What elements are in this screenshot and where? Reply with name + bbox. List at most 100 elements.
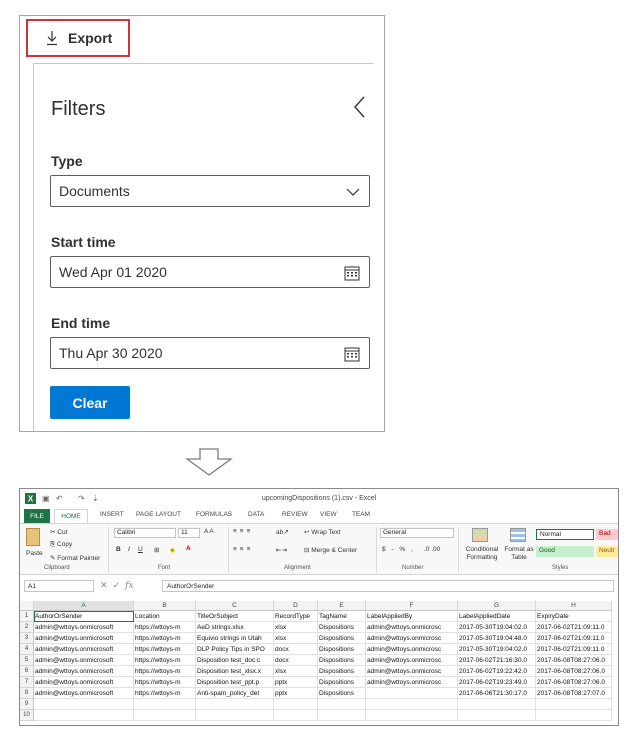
table-cell[interactable]: xlsx — [274, 622, 318, 633]
horizontal-align-icons[interactable]: ≡≡≡ — [233, 546, 253, 553]
table-cell[interactable]: 2017-05-30T19:04:02.0 — [458, 644, 536, 655]
paste-label[interactable]: Paste — [26, 550, 43, 557]
row-header[interactable]: 10 — [20, 710, 34, 721]
table-cell[interactable] — [318, 699, 366, 710]
table-cell[interactable] — [366, 699, 458, 710]
wrap-text-button[interactable]: ↩ Wrap Text — [304, 528, 340, 536]
tab-view[interactable]: VIEW — [320, 511, 337, 518]
formula-input[interactable]: AuthorOrSender — [162, 580, 614, 592]
row-header[interactable]: 2 — [20, 622, 34, 633]
underline-button[interactable]: U — [138, 546, 143, 553]
table-cell[interactable]: 2017-06-08T08:27:07.0 — [536, 688, 612, 699]
tab-home[interactable]: HOME — [54, 509, 88, 523]
table-cell[interactable] — [536, 710, 612, 721]
column-header-g[interactable]: G — [458, 601, 536, 611]
table-cell[interactable]: LabelAppliedDate — [458, 611, 536, 622]
table-cell[interactable] — [134, 699, 196, 710]
export-button[interactable]: Export — [26, 19, 130, 57]
calendar-icon[interactable] — [344, 346, 360, 362]
table-cell[interactable]: LabelAppliedBy — [366, 611, 458, 622]
table-cell[interactable]: docx — [274, 655, 318, 666]
start-time-field[interactable]: Wed Apr 01 2020 — [50, 256, 370, 288]
column-header-f[interactable]: F — [366, 601, 458, 611]
table-cell[interactable]: 2017-06-08T08:27:06.0 — [536, 677, 612, 688]
table-cell[interactable]: admin@wttoys.onmicrosc — [366, 666, 458, 677]
table-cell[interactable]: ExpiryDate — [536, 611, 612, 622]
table-cell[interactable]: https://wttoys-m — [134, 622, 196, 633]
table-cell[interactable]: pptx — [274, 688, 318, 699]
table-cell[interactable]: Disposition test_xlsx.x — [196, 666, 274, 677]
table-cell[interactable]: admin@wttoys.onmicrosoft — [34, 688, 134, 699]
table-cell[interactable] — [34, 699, 134, 710]
column-header-a[interactable]: A — [34, 601, 134, 611]
table-cell[interactable]: 2017-06-08T08:27:06.0 — [536, 655, 612, 666]
select-all-corner[interactable] — [20, 601, 34, 611]
format-as-table-button[interactable]: Format as Table — [504, 546, 534, 562]
table-cell[interactable] — [274, 699, 318, 710]
merge-center-button[interactable]: ⊟ Merge & Center — [304, 546, 357, 554]
table-cell[interactable]: Equivio strings in Utah — [196, 633, 274, 644]
orientation-icon[interactable]: ab↗ — [276, 528, 289, 536]
style-bad[interactable]: Bad — [596, 529, 618, 540]
table-cell[interactable]: 2017-06-02T21:09:11.0 — [536, 644, 612, 655]
indent-icons[interactable]: ⇤⇥ — [276, 546, 287, 554]
row-header[interactable]: 6 — [20, 666, 34, 677]
table-cell[interactable]: 2017-06-02T21:09:11.0 — [536, 633, 612, 644]
table-cell[interactable]: Disposition test_doc.c — [196, 655, 274, 666]
table-cell[interactable]: admin@wttoys.onmicrosoft — [34, 622, 134, 633]
fill-color-icon[interactable]: ◆ — [170, 546, 175, 554]
table-cell[interactable]: admin@wttoys.onmicrosoft — [34, 633, 134, 644]
table-cell[interactable]: 2017-05-30T19:04:48.0 — [458, 633, 536, 644]
table-cell[interactable]: admin@wttoys.onmicrosc — [366, 622, 458, 633]
table-cell[interactable] — [196, 699, 274, 710]
chevron-left-icon[interactable] — [353, 95, 367, 119]
conditional-formatting-button[interactable]: Conditional Formatting — [462, 546, 502, 562]
tab-formulas[interactable]: FORMULAS — [196, 511, 232, 518]
table-cell[interactable]: xlsx — [274, 633, 318, 644]
row-header[interactable]: 8 — [20, 688, 34, 699]
table-cell[interactable] — [366, 710, 458, 721]
table-cell[interactable]: DLP Policy Tips in SPO — [196, 644, 274, 655]
table-cell[interactable]: 2017-05-30T19:04:02.0 — [458, 622, 536, 633]
format-painter-button[interactable]: ✎ Format Painter — [50, 554, 100, 562]
row-header[interactable]: 5 — [20, 655, 34, 666]
column-header-e[interactable]: E — [318, 601, 366, 611]
table-cell[interactable]: Dispositions — [318, 655, 366, 666]
table-cell[interactable]: TagName — [318, 611, 366, 622]
type-dropdown[interactable]: Documents — [50, 175, 370, 207]
italic-button[interactable]: I — [128, 546, 130, 553]
table-cell[interactable]: admin@wttoys.onmicrosc — [366, 644, 458, 655]
cancel-icon[interactable]: ✕ — [100, 580, 108, 590]
number-format-select[interactable]: General — [380, 528, 454, 538]
name-box[interactable]: A1 — [24, 580, 94, 592]
tab-data[interactable]: DATA — [248, 511, 264, 518]
table-cell[interactable]: Dispositions — [318, 666, 366, 677]
table-cell[interactable]: AuthorOrSender — [34, 611, 134, 622]
tab-insert[interactable]: INSERT — [100, 511, 124, 518]
table-cell[interactable]: Location — [134, 611, 196, 622]
paste-icon[interactable] — [26, 528, 40, 546]
table-cell[interactable]: Dispositions — [318, 633, 366, 644]
table-cell[interactable] — [318, 710, 366, 721]
table-cell[interactable]: Dispositions — [318, 644, 366, 655]
table-cell[interactable]: Dispositions — [318, 622, 366, 633]
style-neutral[interactable]: Neutr — [596, 546, 618, 557]
font-grow-shrink-icon[interactable]: A A — [204, 528, 214, 535]
table-cell[interactable]: TitleOrSubject — [196, 611, 274, 622]
enter-icon[interactable]: ✓ — [113, 580, 121, 590]
column-header-d[interactable]: D — [274, 601, 318, 611]
row-header[interactable]: 7 — [20, 677, 34, 688]
table-cell[interactable]: Dispositions — [318, 677, 366, 688]
table-cell[interactable]: admin@wttoys.onmicrosoft — [34, 666, 134, 677]
table-cell[interactable]: 2017-06-06T21:30:17.0 — [458, 688, 536, 699]
table-cell[interactable]: 2017-06-08T08:27:06.0 — [536, 666, 612, 677]
table-cell[interactable]: https://wttoys-m — [134, 666, 196, 677]
font-name-select[interactable]: Calibri — [114, 528, 176, 538]
row-header[interactable]: 1 — [20, 611, 34, 622]
table-cell[interactable] — [536, 699, 612, 710]
table-cell[interactable]: AeD strings.xlsx — [196, 622, 274, 633]
table-cell[interactable]: Disposition test_ppt.p — [196, 677, 274, 688]
tab-file[interactable]: FILE — [24, 509, 50, 523]
calendar-icon[interactable] — [344, 265, 360, 281]
table-cell[interactable]: RecordType — [274, 611, 318, 622]
